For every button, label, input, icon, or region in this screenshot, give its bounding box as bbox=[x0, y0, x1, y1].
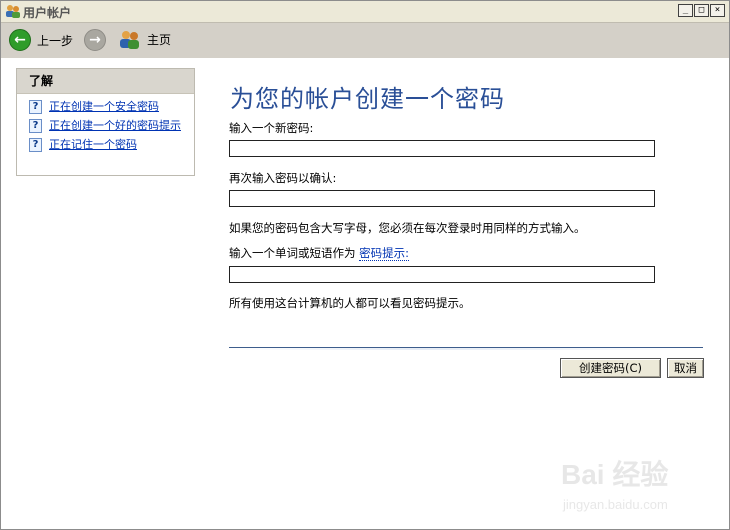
password-hint-label: 输入一个单词或短语作为 密码提示: bbox=[229, 245, 410, 261]
separator-shade bbox=[229, 348, 703, 350]
page-title: 为您的帐户创建一个密码 bbox=[230, 85, 505, 113]
sidebar-item-label: 正在创建一个好的密码提示 bbox=[49, 119, 181, 132]
home-button[interactable]: 主页 bbox=[119, 29, 171, 49]
toolbar: ← 上一步 → 主页 bbox=[1, 23, 729, 57]
back-arrow-icon: ← bbox=[9, 29, 31, 51]
content-area: 了解 ? 正在创建一个安全密码 ? 正在创建一个好的密码提示 ? 正在记住一个密… bbox=[1, 58, 729, 529]
caps-lock-note: 如果您的密码包含大写字母，您必须在每次登录时用同样的方式输入。 bbox=[229, 221, 586, 235]
learn-about-heading: 了解 bbox=[17, 69, 194, 94]
sidebar-item-label: 正在记住一个密码 bbox=[49, 138, 137, 151]
title-bar: 用户帐户 _ □ × bbox=[1, 1, 729, 23]
window-title: 用户帐户 bbox=[23, 6, 72, 20]
user-accounts-icon bbox=[6, 5, 20, 18]
password-hint-link[interactable]: 密码提示: bbox=[359, 246, 410, 261]
window-controls: _ □ × bbox=[678, 4, 725, 17]
confirm-password-label: 再次输入密码以确认: bbox=[229, 171, 337, 185]
password-hint-input[interactable] bbox=[229, 266, 655, 283]
sidebar-item-good-hint[interactable]: ? 正在创建一个好的密码提示 bbox=[29, 119, 189, 133]
users-home-icon bbox=[120, 31, 139, 49]
hint-visibility-note: 所有使用这台计算机的人都可以看见密码提示。 bbox=[229, 296, 471, 310]
close-button[interactable]: × bbox=[710, 4, 725, 17]
hint-prefix: 输入一个单词或短语作为 bbox=[229, 246, 356, 260]
help-icon: ? bbox=[29, 138, 42, 152]
learn-about-panel: 了解 ? 正在创建一个安全密码 ? 正在创建一个好的密码提示 ? 正在记住一个密… bbox=[16, 68, 195, 176]
watermark-logo-text: Bai 经验 bbox=[561, 459, 669, 490]
create-password-button[interactable]: 创建密码(C) bbox=[560, 358, 661, 378]
forward-button[interactable]: → bbox=[84, 29, 106, 51]
sidebar-item-secure-password[interactable]: ? 正在创建一个安全密码 bbox=[29, 100, 189, 114]
minimize-button[interactable]: _ bbox=[678, 4, 693, 17]
back-button[interactable]: ← 上一步 bbox=[9, 29, 73, 51]
help-icon: ? bbox=[29, 119, 42, 133]
baidu-watermark: Bai 经验 jingyan.baidu.com bbox=[561, 453, 691, 525]
maximize-button[interactable]: □ bbox=[694, 4, 709, 17]
new-password-input[interactable] bbox=[229, 140, 655, 157]
sidebar-item-remember-password[interactable]: ? 正在记住一个密码 bbox=[29, 138, 189, 152]
forward-arrow-icon: → bbox=[84, 29, 106, 51]
help-icon: ? bbox=[29, 100, 42, 114]
back-label: 上一步 bbox=[37, 33, 74, 48]
watermark-url: jingyan.baidu.com bbox=[563, 497, 668, 512]
new-password-label: 输入一个新密码: bbox=[229, 121, 314, 135]
sidebar-item-label: 正在创建一个安全密码 bbox=[49, 100, 159, 113]
user-accounts-window: 用户帐户 _ □ × ← 上一步 → 主页 了解 ? 正在创建一个安全密码 ? … bbox=[0, 0, 730, 530]
home-label: 主页 bbox=[147, 32, 172, 47]
cancel-button[interactable]: 取消 bbox=[667, 358, 704, 378]
confirm-password-input[interactable] bbox=[229, 190, 655, 207]
